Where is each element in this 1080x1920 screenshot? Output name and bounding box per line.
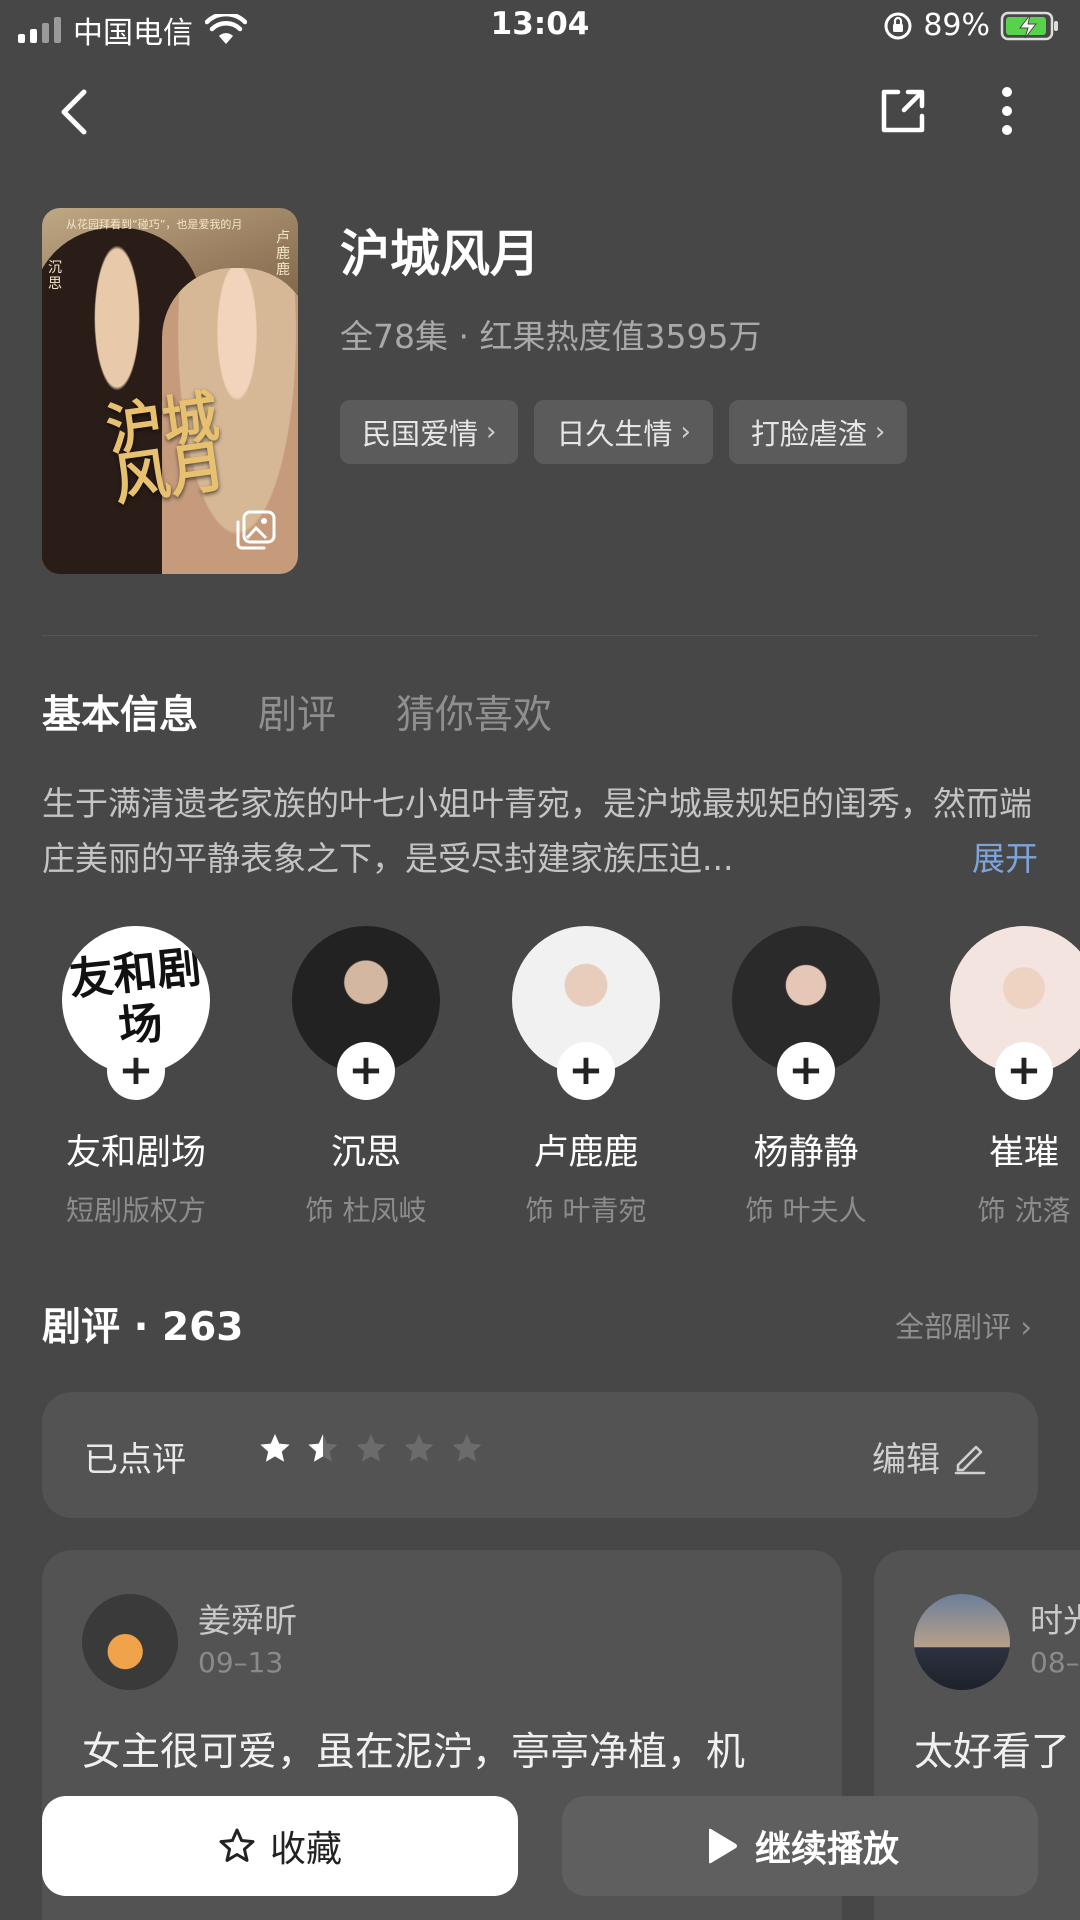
cast-name: 卢鹿鹿 — [533, 1133, 639, 1173]
star-rating[interactable] — [258, 1432, 484, 1466]
poster-title-art: 沪城风月 — [102, 383, 230, 514]
cast-item[interactable]: + 杨静静 饰 叶夫人 — [716, 926, 896, 1226]
poster-tagline: 从花园拜看到“碰巧”，也是爱我的月 — [66, 218, 243, 231]
cast-name: 沉思 — [330, 1133, 401, 1173]
star-icon[interactable] — [402, 1432, 436, 1466]
my-rating-label: 已点评 — [84, 1440, 186, 1480]
chevron-right-icon: › — [486, 417, 497, 447]
chevron-right-icon: › — [1020, 1310, 1032, 1344]
poster-actor-right: 卢鹿鹿 — [276, 230, 290, 278]
rotation-lock-icon — [884, 12, 912, 39]
tab-recommendations[interactable]: 猜你喜欢 — [396, 684, 552, 740]
review-date: 08– — [1030, 1646, 1080, 1679]
pencil-icon — [954, 1445, 986, 1474]
tab-basic-info[interactable]: 基本信息 — [42, 684, 198, 740]
review-text: 太好看了 — [914, 1730, 1071, 1775]
favorite-button[interactable]: 收藏 — [42, 1796, 518, 1896]
expand-link[interactable]: 展开 — [972, 832, 1038, 880]
edit-label: 编辑 — [872, 1440, 940, 1480]
battery-percent: 89% — [923, 8, 990, 43]
more-options-icon[interactable] — [990, 84, 1024, 138]
follow-button[interactable]: + — [107, 1042, 165, 1100]
tag-list: 民国爱情 › 日久生情 › 打脸虐渣 › — [340, 400, 908, 464]
show-meta: 全78集 · 红果热度值3595万 — [340, 317, 762, 356]
play-icon — [708, 1828, 737, 1864]
favorite-label: 收藏 — [269, 1829, 342, 1870]
star-icon[interactable] — [354, 1432, 388, 1466]
cast-item[interactable]: + 沉思 饰 杜凤岐 — [276, 926, 456, 1226]
synopsis-text: 生于满清遗老家族的叶七小姐叶青宛，是沪城最规矩的闺秀，然而端庄美丽的平静表象之下… — [42, 784, 1032, 878]
my-rating-bar: 已点评 编辑 — [42, 1392, 1038, 1518]
cast-role: 饰 叶青宛 — [525, 1194, 647, 1226]
cast-item[interactable]: + 崔璀 饰 沈落 — [934, 926, 1080, 1226]
follow-button[interactable]: + — [337, 1042, 395, 1100]
tag-chip[interactable]: 日久生情 › — [534, 400, 713, 464]
review-text: 女主很可爱，虽在泥泞，亭亭净植，机 — [82, 1730, 746, 1775]
cast-name: 友和剧场 — [65, 1133, 206, 1173]
tag-label: 民国爱情 — [362, 417, 479, 451]
cast-name: 崔璀 — [988, 1133, 1059, 1173]
follow-button[interactable]: + — [995, 1042, 1053, 1100]
avatar[interactable] — [914, 1594, 1010, 1690]
play-label: 继续播放 — [754, 1829, 899, 1870]
cast-item[interactable]: + 卢鹿鹿 饰 叶青宛 — [496, 926, 676, 1226]
reviews-heading: 剧评 · 263 — [42, 1305, 244, 1350]
continue-play-button[interactable]: 继续播放 — [562, 1796, 1038, 1896]
tag-chip[interactable]: 打脸虐渣 › — [728, 400, 908, 464]
cast-role: 饰 叶夫人 — [745, 1194, 867, 1226]
tab-reviews[interactable]: 剧评 — [258, 684, 336, 740]
follow-button[interactable]: + — [777, 1042, 835, 1100]
cast-list: 友和剧场 + 友和剧场 短剧版权方 + 沉思 饰 杜凤岐 + 卢鹿鹿 饰 叶青宛… — [42, 926, 1080, 1226]
reviewer-name: 姜舜昕 — [198, 1601, 297, 1640]
chevron-right-icon: › — [680, 417, 691, 447]
reviewer-name: 时光 — [1030, 1601, 1080, 1640]
cast-name: 杨静静 — [753, 1133, 859, 1173]
edit-review-button[interactable]: 编辑 — [872, 1432, 988, 1481]
follow-button[interactable]: + — [557, 1042, 615, 1100]
tab-bar: 基本信息 剧评 猜你喜欢 — [42, 684, 552, 740]
gallery-icon[interactable] — [234, 508, 278, 552]
cast-role: 饰 杜凤岐 — [305, 1194, 427, 1226]
status-bar: 中国电信 13:04 89% — [0, 0, 1080, 56]
chevron-right-icon: › — [874, 417, 886, 447]
all-reviews-link[interactable]: 全部剧评 › — [895, 1304, 1032, 1346]
divider — [42, 635, 1038, 636]
cast-item[interactable]: 友和剧场 + 友和剧场 短剧版权方 — [46, 926, 226, 1226]
tag-label: 打脸虐渣 — [750, 417, 867, 451]
back-icon[interactable] — [48, 82, 100, 142]
show-title: 沪城风月 — [340, 225, 540, 283]
battery-charging-icon — [1000, 11, 1058, 40]
star-icon[interactable] — [258, 1432, 292, 1466]
all-reviews-label: 全部剧评 — [895, 1310, 1012, 1344]
cast-role: 短剧版权方 — [65, 1194, 206, 1226]
poster-actor-left: 沉思 — [48, 260, 62, 292]
tag-label: 日久生情 — [556, 417, 673, 451]
avatar[interactable] — [82, 1594, 178, 1690]
star-icon[interactable] — [450, 1432, 484, 1466]
review-date: 09–13 — [198, 1646, 284, 1679]
star-icon[interactable] — [306, 1432, 340, 1466]
show-poster[interactable]: 从花园拜看到“碰巧”，也是爱我的月 沉思 卢鹿鹿 沪城风月 — [42, 208, 298, 574]
cast-role: 饰 沈落 — [977, 1194, 1071, 1226]
share-icon[interactable] — [876, 84, 930, 138]
tag-chip[interactable]: 民国爱情 › — [340, 400, 519, 464]
star-outline-icon — [219, 1828, 255, 1862]
